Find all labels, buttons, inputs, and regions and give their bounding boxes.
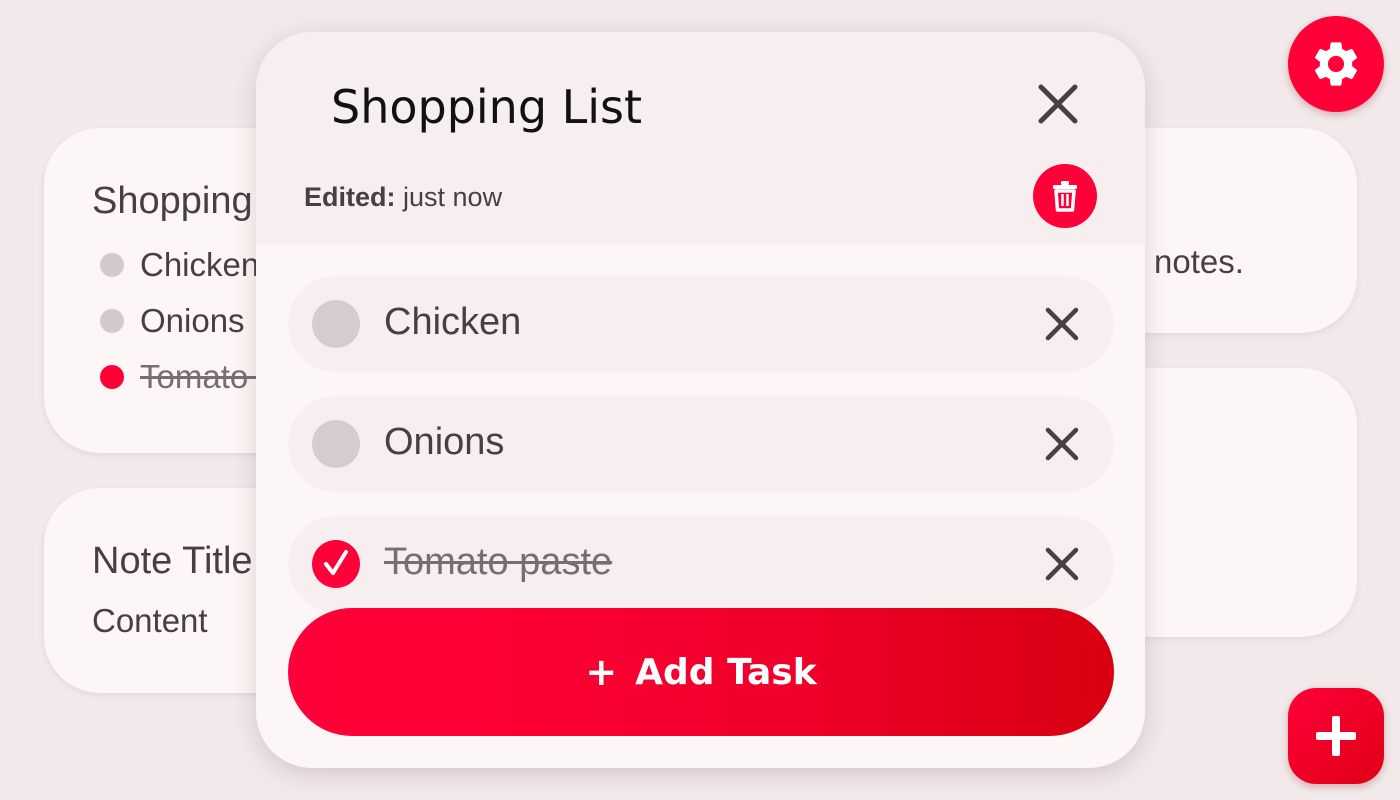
modal-header: Shopping List Edited: just now xyxy=(256,32,1145,244)
task-text[interactable]: Tomato paste xyxy=(384,541,612,584)
delete-note-button[interactable] xyxy=(1033,164,1097,228)
edited-value: just now xyxy=(403,182,503,212)
note-editor-modal: Shopping List Edited: just now Chicken O… xyxy=(256,32,1145,768)
unchecked-dot-icon xyxy=(100,309,124,333)
remove-task-button[interactable] xyxy=(1042,424,1082,464)
note-card-title: Note Title xyxy=(92,540,253,582)
plus-icon xyxy=(1316,716,1356,756)
task-text[interactable]: Onions xyxy=(384,421,504,464)
task-checkbox[interactable] xyxy=(312,420,360,468)
note-card-content: Content xyxy=(92,602,208,639)
edited-label: Edited: xyxy=(304,182,396,212)
remove-icon xyxy=(1045,547,1079,581)
remove-task-button[interactable] xyxy=(1042,304,1082,344)
settings-button[interactable] xyxy=(1288,16,1384,112)
task-item: Onions xyxy=(288,396,1114,492)
task-item: Chicken xyxy=(288,276,1114,372)
unchecked-dot-icon xyxy=(100,253,124,277)
plus-icon: + xyxy=(585,650,618,694)
remove-task-button[interactable] xyxy=(1042,544,1082,584)
task-checkbox-checked[interactable] xyxy=(312,540,360,588)
add-task-label: Add Task xyxy=(635,651,817,693)
add-task-button[interactable]: + Add Task xyxy=(288,608,1114,736)
gear-icon xyxy=(1314,42,1358,86)
add-note-button[interactable] xyxy=(1288,688,1384,784)
close-button[interactable] xyxy=(1033,79,1083,129)
checked-dot-icon xyxy=(100,365,124,389)
task-checkbox[interactable] xyxy=(312,300,360,348)
close-icon xyxy=(1038,84,1078,124)
edited-timestamp: Edited: just now xyxy=(304,182,502,213)
remove-icon xyxy=(1045,427,1079,461)
modal-title[interactable]: Shopping List xyxy=(331,80,642,134)
task-text[interactable]: Chicken xyxy=(384,301,521,344)
note-card-item: Chicken xyxy=(100,246,259,284)
task-item: Tomato paste xyxy=(288,516,1114,612)
trash-icon xyxy=(1053,181,1077,212)
note-card-item: Onions xyxy=(100,302,245,340)
check-icon xyxy=(324,550,348,575)
note-card-text: notes. xyxy=(1154,243,1244,280)
remove-icon xyxy=(1045,307,1079,341)
